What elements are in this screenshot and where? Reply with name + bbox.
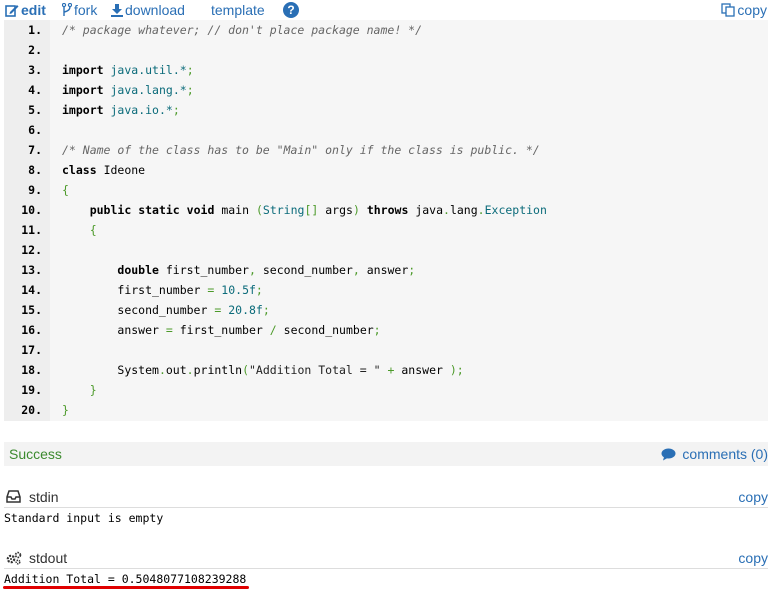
code-line: 3. import java.util.*;	[4, 60, 768, 80]
stdin-header: stdin copy	[4, 487, 768, 508]
code-line: 19. }	[4, 380, 768, 400]
download-label: download	[125, 2, 185, 18]
code-line: 4. import java.lang.*;	[4, 80, 768, 100]
code-text: /* package whatever; // don't place pack…	[62, 23, 423, 37]
code-line: 12.	[4, 240, 768, 260]
code-line: 17.	[4, 340, 768, 360]
comment-bubble-icon	[661, 448, 676, 460]
line-number: 1.	[28, 23, 42, 37]
fork-icon	[62, 3, 72, 16]
code-line: 11. {	[4, 220, 768, 240]
line-number: 17.	[21, 343, 42, 357]
fork-button[interactable]: fork	[62, 1, 97, 19]
comments-label: comments (0)	[682, 446, 768, 462]
code-text: import java.lang.*;	[62, 83, 194, 97]
line-number: 20.	[21, 403, 42, 417]
code-text: import java.io.*;	[62, 103, 180, 117]
line-number: 13.	[21, 263, 42, 277]
help-icon[interactable]: ?	[283, 2, 299, 18]
code-line: 5. import java.io.*;	[4, 100, 768, 120]
line-number: 2.	[28, 43, 42, 57]
line-number: 7.	[28, 143, 42, 157]
line-number: 19.	[21, 383, 42, 397]
code-line: 8. class Ideone	[4, 160, 768, 180]
code-line: 15. second_number = 20.8f;	[4, 300, 768, 320]
template-label: template	[211, 2, 265, 18]
code-line: 14. first_number = 10.5f;	[4, 280, 768, 300]
code-text: double first_number, second_number, answ…	[117, 263, 416, 277]
code-line: 20.}	[4, 400, 768, 420]
code-line: 7. /* Name of the class has to be "Main" …	[4, 140, 768, 160]
line-number: 14.	[21, 283, 42, 297]
line-number: 15.	[21, 303, 42, 317]
help-label: ?	[287, 3, 295, 17]
highlight-underline	[3, 586, 249, 589]
code-text: answer = first_number / second_number;	[117, 323, 381, 337]
code-text: second_number = 20.8f;	[117, 303, 270, 317]
code-text: public static void main (String[] args) …	[89, 203, 547, 217]
inbox-icon	[6, 490, 21, 503]
copy-code-button[interactable]: copy	[721, 1, 767, 19]
line-number: 16.	[21, 323, 42, 337]
edit-label: edit	[21, 2, 46, 18]
line-number: 3.	[28, 63, 42, 77]
line-number: 4.	[28, 83, 42, 97]
code-line: 2.	[4, 40, 768, 60]
stdin-title: stdin	[29, 489, 59, 505]
code-text: first_number = 10.5f;	[117, 283, 263, 297]
code-text: class Ideone	[62, 163, 146, 177]
template-button[interactable]: template	[211, 1, 265, 19]
stdin-content: Standard input is empty	[4, 511, 164, 525]
line-number: 6.	[28, 123, 42, 137]
status-bar: Success comments (0)	[4, 442, 768, 466]
edit-icon	[5, 5, 19, 17]
code-text: /* Name of the class has to be "Main" on…	[62, 143, 540, 157]
code-line: 1. /* package whatever; // don't place pa…	[4, 20, 768, 40]
code-text: import java.util.*;	[62, 63, 194, 77]
source-code-viewer: 1. /* package whatever; // don't place pa…	[4, 20, 768, 421]
code-text: }	[62, 403, 69, 417]
stdout-copy-button[interactable]: copy	[738, 550, 768, 566]
code-line: 10. public static void main (String[] ar…	[4, 200, 768, 220]
line-number: 8.	[28, 163, 42, 177]
stdin-copy-button[interactable]: copy	[738, 489, 768, 505]
gears-icon	[6, 551, 22, 565]
code-line: 13. double first_number, second_number, …	[4, 260, 768, 280]
fork-label: fork	[74, 2, 98, 18]
code-text: {	[89, 223, 97, 237]
code-line: 16. answer = first_number / second_numbe…	[4, 320, 768, 340]
code-line: 6.	[4, 120, 768, 140]
line-number: 12.	[21, 243, 42, 257]
stdout-content: Addition Total = 0.5048077108239288	[4, 572, 247, 586]
download-icon	[111, 4, 123, 17]
line-number: 9.	[28, 183, 42, 197]
line-number: 10.	[21, 203, 42, 217]
copy-icon	[721, 3, 736, 17]
download-button[interactable]: download	[111, 1, 185, 19]
code-line: 9. {	[4, 180, 768, 200]
line-number: 18.	[21, 363, 42, 377]
stdout-header: stdout copy	[4, 548, 768, 569]
toolbar: edit fork download template ? copy	[0, 0, 768, 20]
comments-link[interactable]: comments (0)	[661, 446, 768, 462]
code-line: 18. System.out.println("Addition Total =…	[4, 360, 768, 380]
code-text: {	[62, 183, 69, 197]
code-text: }	[89, 383, 97, 397]
edit-button[interactable]: edit	[5, 1, 46, 19]
line-number: 11.	[21, 223, 42, 237]
stdout-title: stdout	[29, 550, 68, 566]
copy-label: copy	[737, 2, 767, 18]
code-text: System.out.println("Addition Total = " +…	[117, 363, 464, 377]
line-number: 5.	[28, 103, 42, 117]
status-result: Success	[9, 446, 62, 462]
